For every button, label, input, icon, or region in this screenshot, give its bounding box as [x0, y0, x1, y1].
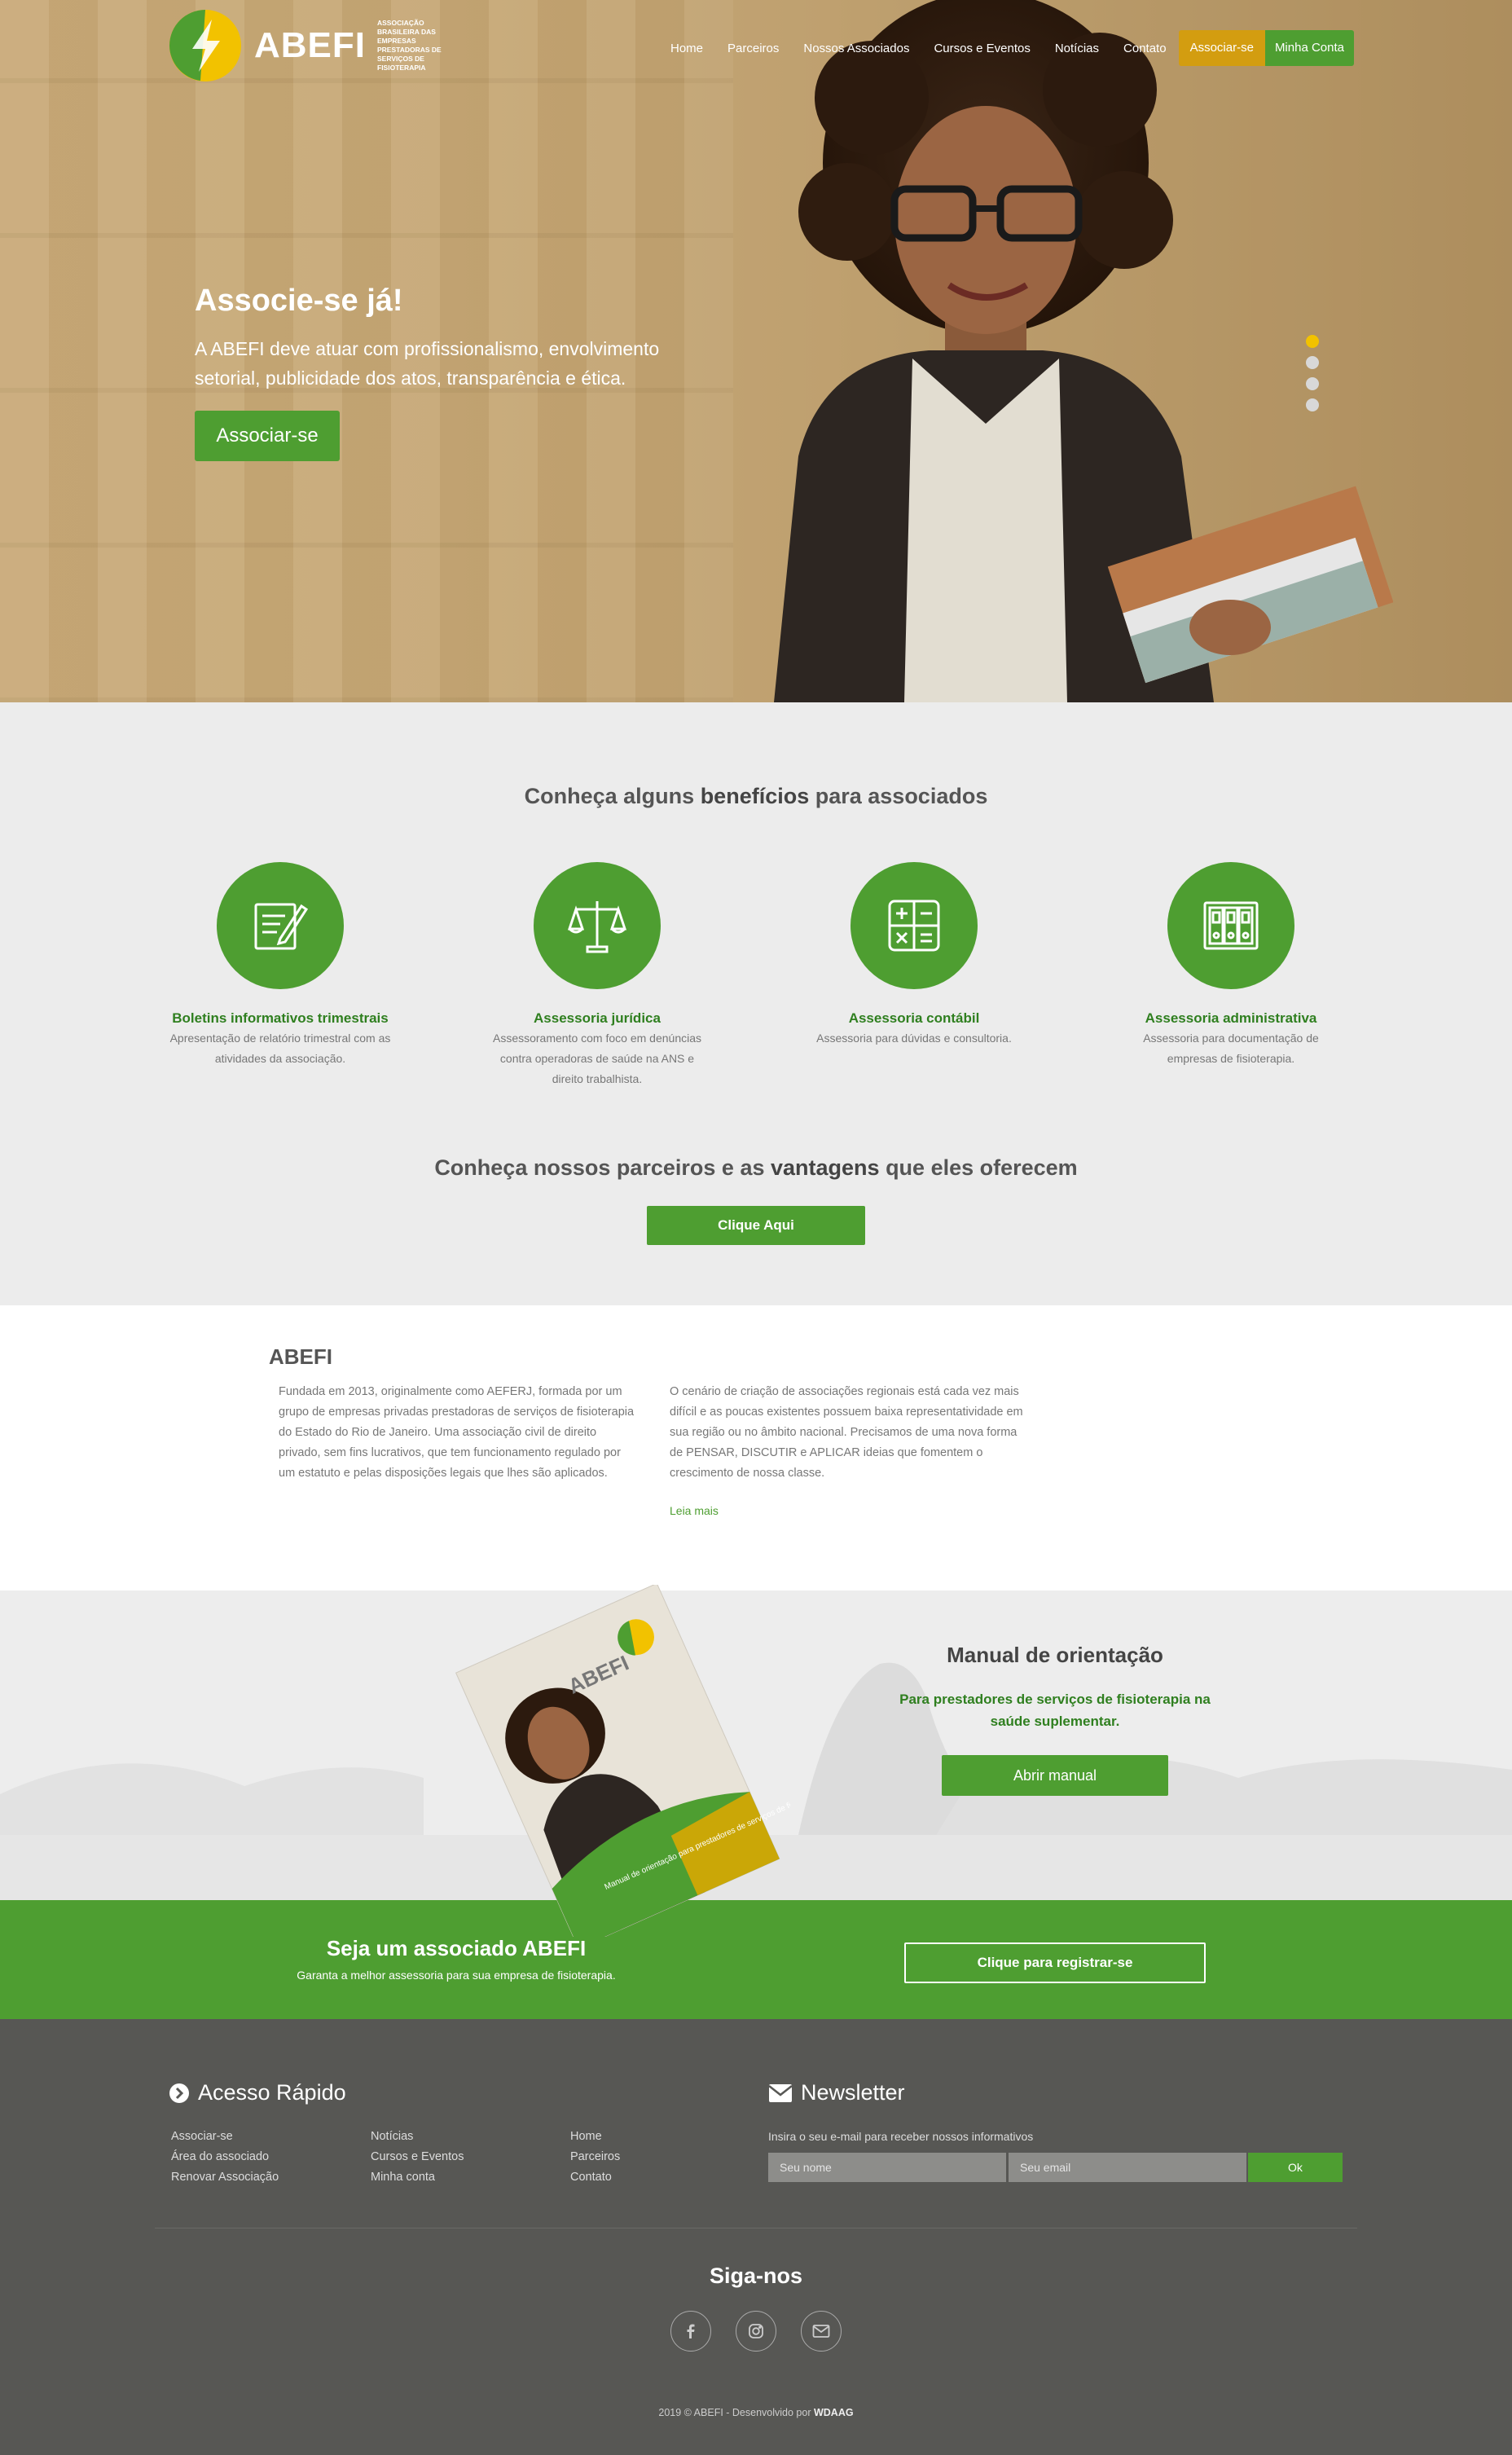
nav-associar-button[interactable]: Associar-se [1178, 30, 1265, 66]
mail-icon[interactable] [801, 2311, 842, 2352]
footer-link-minha-conta[interactable]: Minha conta [371, 2171, 435, 2184]
hero-associar-button[interactable]: Associar-se [195, 411, 340, 461]
about-text-left: Fundada em 2013, originalmente como AEFE… [279, 1385, 635, 1480]
instagram-icon[interactable] [736, 2311, 776, 2352]
abefi-logo[interactable]: ABEFI ASSOCIAÇÃO BRASILEIRA DAS EMPRESAS… [168, 8, 467, 83]
developer-logo[interactable]: WDAAG [814, 2407, 854, 2418]
logo-mark-icon [169, 10, 241, 81]
footer: Acesso Rápido Associar-se Área do associ… [0, 2019, 1512, 2455]
benefit-desc: Assessoria para dúvidas e consultoria. [816, 1032, 1012, 1045]
about-title: ABEFI [269, 1344, 332, 1369]
quick-access-heading: Acesso Rápido [169, 2080, 346, 2105]
nav-contato[interactable]: Contato [1123, 42, 1167, 55]
top-navigation: ABEFI ASSOCIAÇÃO BRASILEIRA DAS EMPRESAS… [0, 0, 1512, 98]
logo-subtitle: ASSOCIAÇÃO BRASILEIRA DAS EMPRESAS PREST… [377, 19, 442, 72]
benefits-title: Conheça alguns benefícios para associado… [524, 784, 988, 808]
nav-home[interactable]: Home [670, 42, 703, 55]
nav-parceiros[interactable]: Parceiros [727, 42, 779, 55]
benefit-title: Assessoria jurídica [534, 1010, 661, 1026]
logo-text: ABEFI [254, 25, 366, 65]
benefit-desc: Assessoramento com foco em denúncias con… [492, 1032, 701, 1085]
newsletter-heading: Newsletter [768, 2080, 905, 2105]
newsletter-ok-button[interactable]: Ok [1248, 2153, 1343, 2182]
about-text-right: O cenário de criação de associações regi… [670, 1385, 1023, 1480]
slider-dot-4[interactable] [1306, 398, 1319, 411]
footer-link-parceiros[interactable]: Parceiros [570, 2150, 620, 2163]
slider-dots [1306, 335, 1319, 420]
benefit-title: Boletins informativos trimestrais [172, 1010, 389, 1026]
slider-dot-1[interactable] [1306, 335, 1319, 348]
document-pen-icon [254, 903, 309, 950]
benefits-section: Conheça alguns benefícios para associado… [0, 702, 1512, 1305]
open-manual-button[interactable]: Abrir manual [942, 1755, 1168, 1796]
about-section: ABEFI Fundada em 2013, originalmente com… [0, 1305, 1512, 1590]
register-button[interactable]: Clique para registrar-se [904, 1942, 1206, 1983]
benefit-desc: Apresentação de relatório trimestral com… [169, 1032, 391, 1065]
benefit-title: Assessoria administrativa [1145, 1010, 1317, 1026]
benefit-title: Assessoria contábil [848, 1010, 980, 1026]
footer-link-renovar[interactable]: Renovar Associação [171, 2171, 279, 2184]
envelope-icon [768, 2083, 793, 2102]
nav-minha-conta-button[interactable]: Minha Conta [1264, 30, 1354, 66]
facebook-icon[interactable] [670, 2311, 711, 2352]
slider-dot-2[interactable] [1306, 356, 1319, 369]
partners-title: Conheça nossos parceiros e as vantagens … [434, 1155, 1078, 1180]
newsletter-label: Insira o seu e-mail para receber nossos … [768, 2130, 1034, 2143]
slider-dot-3[interactable] [1306, 377, 1319, 390]
hero-text: A ABEFI deve atuar com profissionalismo,… [195, 338, 660, 389]
benefit-administrativa: Assessoria administrativa Assessoria par… [1109, 862, 1353, 1069]
footer-link-home[interactable]: Home [570, 2130, 602, 2143]
follow-us-title: Siga-nos [709, 2264, 802, 2288]
manual-subtitle: Para prestadores de serviços de fisioter… [899, 1692, 1211, 1729]
newsletter-name-input[interactable] [768, 2153, 1006, 2182]
cta-title: Seja um associado ABEFI [326, 1936, 587, 1960]
nav-noticias[interactable]: Notícias [1055, 42, 1099, 55]
footer-link-contato[interactable]: Contato [570, 2171, 612, 2184]
manual-title: Manual de orientação [947, 1643, 1163, 1667]
read-more-link[interactable]: Leia mais [670, 1504, 719, 1517]
cta-subtitle: Garanta a melhor assessoria para sua emp… [297, 1969, 616, 1982]
footer-link-cursos[interactable]: Cursos e Eventos [371, 2150, 464, 2163]
hero-banner: ABEFI ASSOCIAÇÃO BRASILEIRA DAS EMPRESAS… [0, 0, 1512, 702]
benefit-boletins: Boletins informativos trimestrais Aprese… [158, 862, 402, 1069]
footer-link-area-associado[interactable]: Área do associado [171, 2150, 269, 2163]
footer-link-noticias[interactable]: Notícias [371, 2130, 413, 2143]
calculator-icon [888, 900, 940, 952]
benefit-juridica: Assessoria jurídica Assessoramento com f… [475, 862, 719, 1089]
manual-cover-image[interactable]: ABEFI Manual de orientação para prestado… [432, 1585, 790, 1937]
hero-title: Associe-se já! [195, 284, 403, 318]
nav-nossos-associados[interactable]: Nossos Associados [803, 42, 909, 55]
scale-icon [567, 901, 627, 953]
main-menu: Home Parceiros Nossos Associados Cursos … [658, 30, 1354, 66]
circle-arrow-right-icon [169, 2083, 189, 2103]
newsletter-email-input[interactable] [1009, 2153, 1246, 2182]
benefit-contabil: Assessoria contábil Assessoria para dúvi… [792, 862, 1036, 1049]
copyright: 2019 © ABEFI - Desenvolvido por WDAAG [658, 2407, 854, 2418]
footer-link-associar[interactable]: Associar-se [171, 2130, 233, 2143]
nav-cursos-eventos[interactable]: Cursos e Eventos [934, 42, 1030, 55]
binders-icon [1203, 901, 1259, 950]
hero-woman-image [774, 0, 1393, 702]
partners-click-button[interactable]: Clique Aqui [647, 1206, 865, 1245]
benefit-desc: Assessoria para documentação de empresas… [1143, 1032, 1319, 1065]
